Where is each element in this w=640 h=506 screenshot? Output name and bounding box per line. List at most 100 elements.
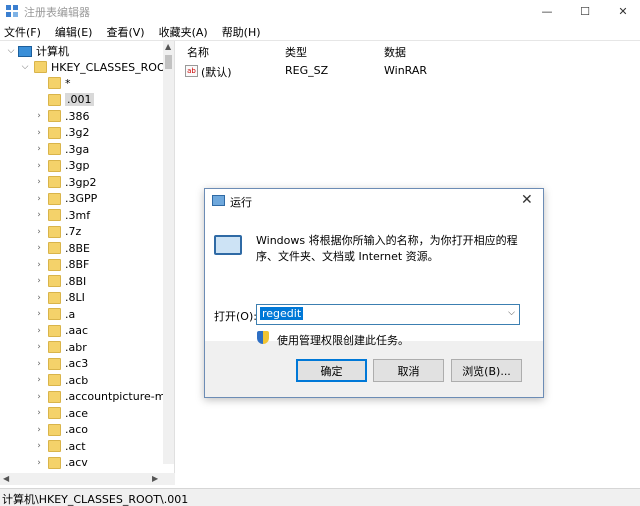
tree-item-label: .3gp2 xyxy=(65,175,97,189)
cancel-button[interactable]: 取消 xyxy=(373,359,444,382)
shield-icon xyxy=(257,331,269,344)
tree-item[interactable]: › .3GPP xyxy=(34,191,97,207)
chevron-right-icon[interactable]: › xyxy=(34,392,44,402)
column-header-type[interactable]: 类型 xyxy=(285,44,307,60)
tree-item[interactable]: .001 xyxy=(34,92,94,108)
chevron-right-icon[interactable]: › xyxy=(34,408,44,418)
tree-item[interactable]: › .3ga xyxy=(34,141,89,157)
folder-icon xyxy=(48,159,61,172)
dialog-body: Windows 将根据你所输入的名称，为你打开相应的程序、文件夹、文档或 Int… xyxy=(205,213,543,347)
tree-item[interactable]: › .accountpicture-ms xyxy=(34,389,171,405)
folder-icon xyxy=(48,209,61,221)
scroll-left-icon[interactable]: ◀ xyxy=(3,474,9,483)
tree-item[interactable]: › .aac xyxy=(34,323,88,339)
chevron-right-icon[interactable]: › xyxy=(34,260,44,270)
tree-item[interactable]: › .386 xyxy=(34,108,89,124)
chevron-right-icon[interactable]: › xyxy=(34,375,44,385)
tree-item-label: .3g2 xyxy=(65,126,90,139)
tree-root[interactable]: ⌵ 计算机 xyxy=(6,43,69,59)
dialog-close-icon[interactable]: ✕ xyxy=(521,192,533,208)
chevron-right-icon[interactable]: › xyxy=(34,128,44,138)
menu-view[interactable]: 查看(V) xyxy=(102,22,148,40)
run-input-value[interactable]: regedit xyxy=(260,307,304,320)
tree-hive[interactable]: ⌵ HKEY_CLASSES_ROOT xyxy=(20,59,173,75)
tree-item[interactable]: › .8BE xyxy=(34,240,90,256)
chevron-right-icon[interactable]: › xyxy=(34,243,44,253)
chevron-right-icon[interactable]: › xyxy=(34,161,44,171)
menu-file[interactable]: 文件(F) xyxy=(0,22,45,40)
value-type[interactable]: REG_SZ xyxy=(285,64,328,77)
chevron-right-icon[interactable]: › xyxy=(34,111,44,121)
chevron-down-icon[interactable]: ⌵ xyxy=(20,62,30,72)
value-name[interactable]: (默认) xyxy=(201,64,232,80)
menu-edit[interactable]: 编辑(E) xyxy=(51,22,97,40)
tree-item-label: * xyxy=(65,76,71,90)
value-data[interactable]: WinRAR xyxy=(384,64,427,77)
string-value-icon: ab xyxy=(185,65,198,77)
tree-item[interactable]: › .3gp2 xyxy=(34,174,96,190)
chevron-right-icon[interactable]: › xyxy=(34,293,44,303)
tree-item-label: .3GPP xyxy=(65,192,98,205)
ok-button[interactable]: 确定 xyxy=(296,359,367,382)
chevron-right-icon[interactable]: › xyxy=(34,210,44,220)
tree-item[interactable]: * xyxy=(34,75,71,91)
tree-item[interactable]: › .abr xyxy=(34,339,87,355)
tree-item[interactable]: › .7z xyxy=(34,224,81,240)
chevron-right-icon[interactable]: › xyxy=(34,359,44,369)
folder-icon xyxy=(48,324,61,337)
tree-item-label: .8LI xyxy=(65,291,85,304)
close-button[interactable]: ✕ xyxy=(600,0,640,22)
tree-item[interactable]: › .8BF xyxy=(34,257,89,273)
chevron-right-icon[interactable]: › xyxy=(34,177,44,187)
tree-item[interactable]: › .3mf xyxy=(34,207,90,223)
tree-item-label: .acv xyxy=(65,456,88,469)
folder-icon xyxy=(48,126,61,139)
run-input[interactable]: regedit ⌵ xyxy=(256,304,520,325)
registry-tree[interactable]: ⌵ 计算机 ⌵ HKEY_CLASSES_ROOT * .001 › .386 › .3g… xyxy=(0,41,175,473)
folder-icon xyxy=(48,176,61,188)
scroll-up-icon[interactable]: ▲ xyxy=(165,42,171,51)
tree-item[interactable]: › .aco xyxy=(34,422,88,438)
column-header-name[interactable]: 名称 xyxy=(187,44,209,60)
tree-item-label: .7z xyxy=(65,225,82,238)
chevron-right-icon[interactable]: › xyxy=(34,309,44,319)
chevron-right-icon[interactable]: › xyxy=(34,194,44,204)
tree-vertical-scrollbar[interactable]: ▲ xyxy=(163,41,174,464)
chevron-down-icon[interactable]: ⌵ xyxy=(508,308,515,318)
chevron-right-icon[interactable]: › xyxy=(34,342,44,352)
tree-item[interactable]: › .8LI xyxy=(34,290,85,306)
tree-item[interactable]: › .ace xyxy=(34,405,88,421)
folder-icon xyxy=(48,275,61,287)
column-header-data[interactable]: 数据 xyxy=(384,44,406,60)
tree-item[interactable]: › .3g2 xyxy=(34,125,89,141)
tree-item[interactable]: › .a xyxy=(34,306,75,322)
scroll-right-icon[interactable]: ▶ xyxy=(152,474,158,483)
chevron-right-icon[interactable]: › xyxy=(34,227,44,237)
chevron-right-icon[interactable]: › xyxy=(34,425,44,435)
tree-horizontal-scrollbar[interactable]: ◀ ▶ xyxy=(0,473,175,485)
run-dialog: 运行 ✕ Windows 将根据你所输入的名称，为你打开相应的程序、文件夹、文档… xyxy=(204,188,544,398)
menu-help[interactable]: 帮助(H) xyxy=(218,22,265,40)
folder-icon xyxy=(48,390,61,403)
tree-item[interactable]: › .8BI xyxy=(34,273,86,289)
folder-icon xyxy=(48,374,61,386)
dialog-description: Windows 将根据你所输入的名称，为你打开相应的程序、文件夹、文档或 Int… xyxy=(256,234,518,263)
chevron-right-icon[interactable]: › xyxy=(34,326,44,336)
menu-favorites[interactable]: 收藏夹(A) xyxy=(155,22,212,40)
browse-button[interactable]: 浏览(B)... xyxy=(451,359,522,382)
folder-icon xyxy=(48,93,61,106)
tree-item[interactable]: › .act xyxy=(34,438,85,454)
chevron-right-icon[interactable]: › xyxy=(34,458,44,468)
tree-item[interactable]: › .ac3 xyxy=(34,356,88,372)
chevron-down-icon[interactable]: ⌵ xyxy=(6,46,16,56)
scrollbar-thumb[interactable] xyxy=(165,55,172,69)
chevron-right-icon[interactable]: › xyxy=(34,276,44,286)
tree-item[interactable]: › .3gp xyxy=(34,158,89,174)
folder-icon xyxy=(48,357,61,370)
tree-item[interactable]: › .acv xyxy=(34,455,88,471)
folder-icon xyxy=(48,77,61,89)
tree-item[interactable]: › .acb xyxy=(34,372,88,388)
chevron-right-icon[interactable]: › xyxy=(34,144,44,154)
chevron-right-icon[interactable]: › xyxy=(34,441,44,451)
computer-icon xyxy=(18,45,32,57)
